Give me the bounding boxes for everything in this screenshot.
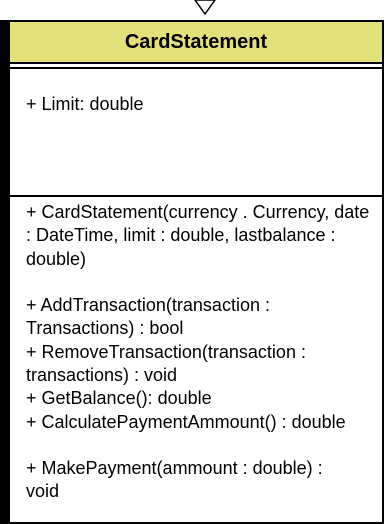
operation-get-balance: + GetBalance(): double: [26, 388, 212, 408]
operation-calculate-payment: + CalculatePaymentAmmount() : double: [26, 412, 346, 432]
operation-constructor: + CardStatement(currency . Currency, dat…: [26, 202, 370, 269]
operation-add-transaction: + AddTransaction(transaction : Transacti…: [26, 295, 270, 339]
attributes-compartment: + Limit: double: [10, 69, 382, 197]
operation-make-payment: + MakePayment(ammount : double) : void: [26, 458, 323, 502]
uml-class-box: CardStatement + Limit: double + CardStat…: [8, 20, 384, 524]
operations-compartment: + CardStatement(currency . Currency, dat…: [10, 197, 382, 522]
attribute-limit: + Limit: double: [26, 94, 144, 114]
operation-remove-transaction: + RemoveTransaction(transaction : transa…: [26, 342, 306, 386]
left-border-bar: [0, 20, 8, 524]
class-header: CardStatement: [10, 22, 382, 64]
class-name: CardStatement: [124, 30, 268, 53]
